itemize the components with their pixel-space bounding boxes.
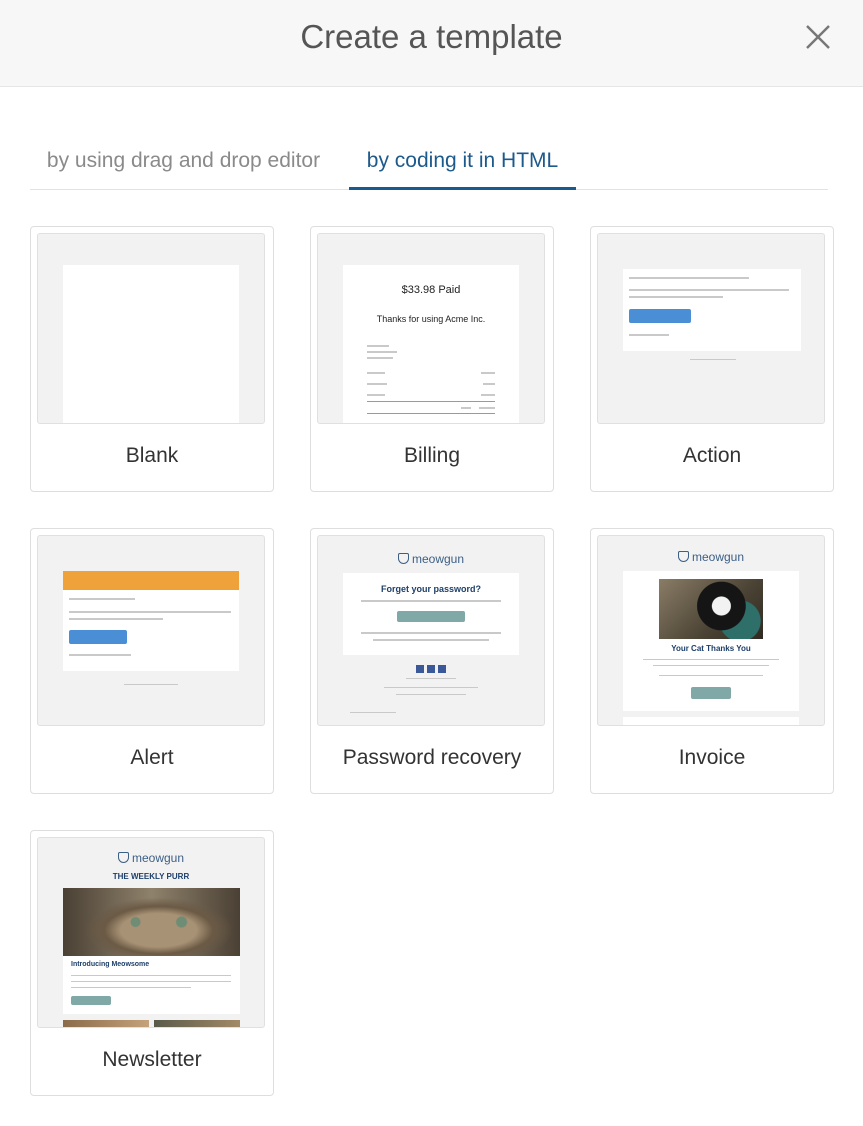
template-preview-alert — [37, 535, 265, 726]
template-name: Blank — [125, 444, 179, 467]
action-preview-button — [629, 309, 691, 323]
meowgun-shield-icon — [117, 852, 129, 863]
meowgun-shield-icon — [677, 551, 689, 562]
template-preview-password-recovery: meowgun Forget your password? — [317, 535, 545, 726]
template-card-billing[interactable]: $33.98 Paid Thanks for using Acme Inc. B… — [310, 226, 554, 492]
template-card-action[interactable]: Action — [590, 226, 834, 492]
alert-preview-bar — [63, 571, 239, 590]
alert-preview-button — [69, 630, 127, 644]
newsletter-article-title: Introducing Meowsome — [71, 961, 150, 968]
dialog-header: Create a template — [0, 0, 863, 87]
template-source-tabs: by using drag and drop editor by coding … — [30, 135, 828, 190]
template-preview-billing: $33.98 Paid Thanks for using Acme Inc. — [317, 233, 545, 424]
template-name: Billing — [403, 444, 461, 467]
template-card-blank[interactable]: Blank — [30, 226, 274, 492]
brand-logo: meowgun — [598, 550, 824, 564]
template-name: Password recovery — [342, 746, 522, 769]
template-preview-newsletter: meowgun THE WEEKLY PURR Introducing Meow… — [37, 837, 265, 1028]
brand-logo: meowgun — [38, 851, 264, 865]
template-name: Newsletter — [102, 1048, 202, 1071]
template-preview-blank — [37, 233, 265, 424]
brand-logo: meowgun — [318, 552, 544, 566]
tab-drag-and-drop[interactable]: by using drag and drop editor — [30, 135, 337, 190]
tab-html[interactable]: by coding it in HTML — [349, 135, 576, 190]
template-card-password-recovery[interactable]: meowgun Forget your password? Password r… — [310, 528, 554, 794]
template-card-newsletter[interactable]: meowgun THE WEEKLY PURR Introducing Meow… — [30, 830, 274, 1096]
meowgun-shield-icon — [397, 553, 409, 564]
billing-thanks: Thanks for using Acme Inc. — [376, 314, 486, 324]
close-button[interactable] — [803, 22, 833, 52]
template-card-alert[interactable]: Alert — [30, 528, 274, 794]
billing-amount: $33.98 Paid — [401, 284, 461, 296]
template-name: Invoice — [678, 746, 746, 769]
template-card-invoice[interactable]: meowgun Your Cat Thanks You Invoice — [590, 528, 834, 794]
template-preview-action — [597, 233, 825, 424]
invoice-preview-heading: Your Cat Thanks You — [671, 644, 751, 653]
dialog-title: Create a template — [300, 18, 563, 55]
newsletter-preview-heading: THE WEEKLY PURR — [112, 872, 190, 881]
cat-photo — [63, 888, 240, 956]
password-preview-heading: Forget your password? — [380, 584, 481, 594]
template-name: Action — [682, 444, 742, 467]
cat-photo — [659, 579, 763, 639]
close-icon — [806, 25, 830, 49]
template-name: Alert — [130, 746, 174, 769]
template-preview-invoice: meowgun Your Cat Thanks You — [597, 535, 825, 726]
